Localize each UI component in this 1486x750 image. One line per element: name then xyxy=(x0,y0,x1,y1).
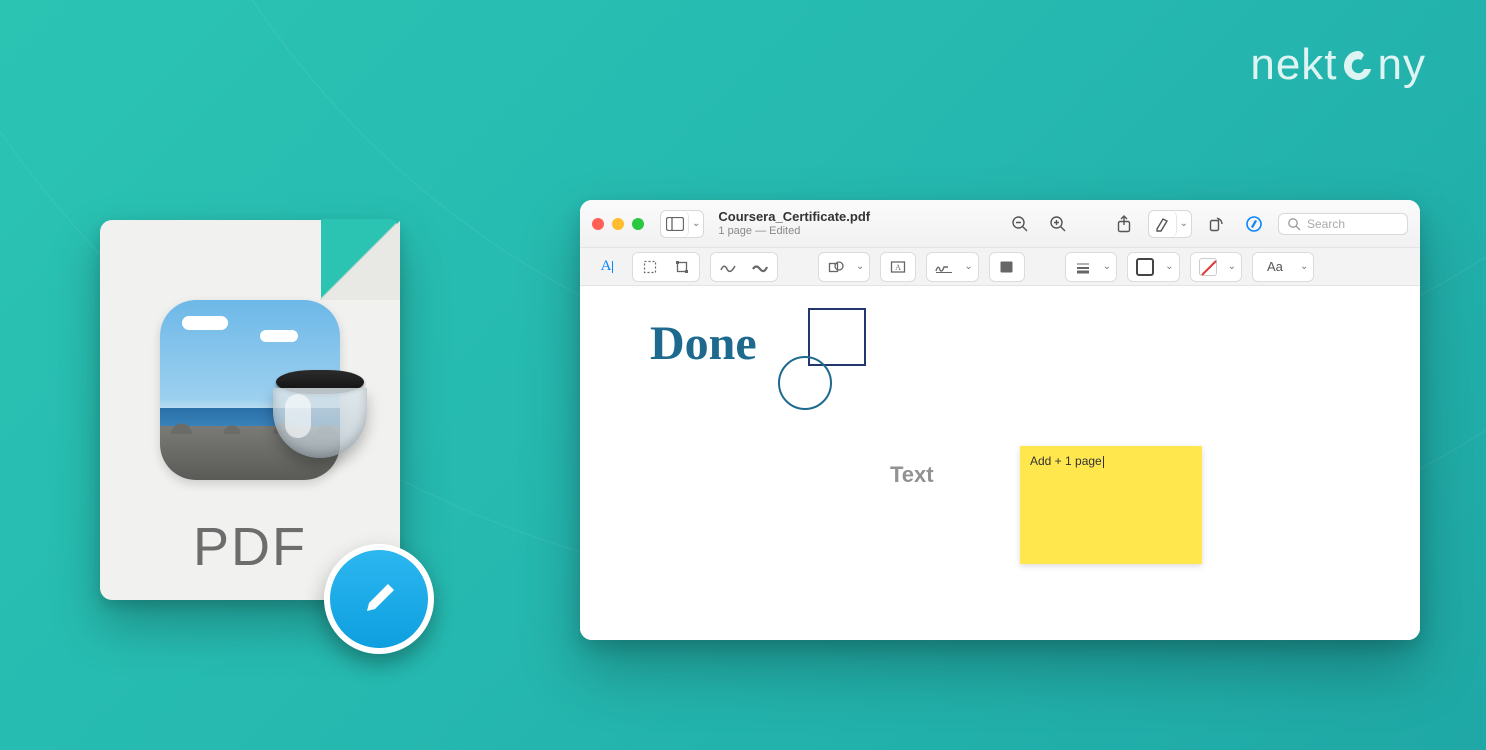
note-tool[interactable] xyxy=(992,255,1022,279)
sticky-note-annotation[interactable]: Add + 1 page xyxy=(1020,446,1202,564)
chevron-down-icon: ⌄ xyxy=(1162,261,1176,272)
highlight-tool[interactable]: ⌄ xyxy=(1148,210,1192,238)
share-button[interactable] xyxy=(1110,211,1138,237)
file-page: PDF xyxy=(100,220,400,600)
text-box-annotation[interactable]: Text xyxy=(890,462,934,488)
svg-text:A: A xyxy=(896,263,902,272)
zoom-button[interactable] xyxy=(632,218,644,230)
handwritten-annotation[interactable]: Done xyxy=(650,316,757,371)
chevron-down-icon: ⌄ xyxy=(853,261,867,272)
square-shape-annotation[interactable] xyxy=(808,308,866,366)
circle-shape-annotation[interactable] xyxy=(778,356,832,410)
sidebar-toggle[interactable]: ⌄ xyxy=(660,210,704,238)
sign-tool[interactable] xyxy=(929,255,959,279)
chevron-down-icon: ⌄ xyxy=(1100,261,1114,272)
title-text: Coursera_Certificate.pdf xyxy=(718,210,870,224)
sidebar-icon xyxy=(661,211,689,237)
text-box-tool[interactable]: A xyxy=(883,255,913,279)
text-insert-tool[interactable]: A xyxy=(592,255,622,279)
brand-logo: nekt ny xyxy=(1250,40,1426,90)
text-cursor xyxy=(1103,456,1104,468)
markup-toolbar: A ⌄ A xyxy=(580,248,1420,286)
search-input[interactable]: Search xyxy=(1278,213,1408,235)
sticky-note-text: Add + 1 page xyxy=(1030,454,1102,468)
edit-badge-icon xyxy=(324,544,434,654)
zoom-in-button[interactable] xyxy=(1044,211,1072,237)
fill-color-tool[interactable] xyxy=(1193,255,1223,279)
document-canvas[interactable]: Done Text Add + 1 page xyxy=(580,286,1420,640)
preview-window: ⌄ Coursera_Certificate.pdf 1 page — Edit… xyxy=(580,200,1420,640)
pdf-file-icon: PDF xyxy=(100,220,420,640)
chevron-down-icon: ⌄ xyxy=(1177,218,1191,229)
rotate-button[interactable] xyxy=(1202,211,1230,237)
document-title: Coursera_Certificate.pdf 1 page — Edited xyxy=(718,210,870,236)
search-icon xyxy=(1287,217,1301,231)
chevron-down-icon: ⌄ xyxy=(1297,261,1311,272)
sketch-tool[interactable] xyxy=(713,255,743,279)
window-controls xyxy=(592,218,644,230)
chevron-down-icon: ⌄ xyxy=(689,218,703,229)
stroke-color-tool[interactable] xyxy=(1130,255,1160,279)
line-weight-tool[interactable] xyxy=(1068,255,1098,279)
font-style-tool[interactable]: Aa xyxy=(1255,255,1295,279)
close-button[interactable] xyxy=(592,218,604,230)
crop-tool[interactable] xyxy=(667,255,697,279)
loupe-icon xyxy=(260,370,380,490)
subtitle-text: 1 page — Edited xyxy=(718,225,870,237)
zoom-out-button[interactable] xyxy=(1006,211,1034,237)
minimize-button[interactable] xyxy=(612,218,624,230)
search-placeholder: Search xyxy=(1307,217,1345,231)
selection-tool[interactable] xyxy=(635,255,665,279)
chevron-down-icon: ⌄ xyxy=(1225,261,1239,272)
draw-tool[interactable] xyxy=(745,255,775,279)
chevron-down-icon: ⌄ xyxy=(961,261,975,272)
shapes-tool[interactable] xyxy=(821,255,851,279)
markup-button[interactable] xyxy=(1240,211,1268,237)
titlebar: ⌄ Coursera_Certificate.pdf 1 page — Edit… xyxy=(580,200,1420,248)
highlight-icon xyxy=(1149,211,1177,237)
